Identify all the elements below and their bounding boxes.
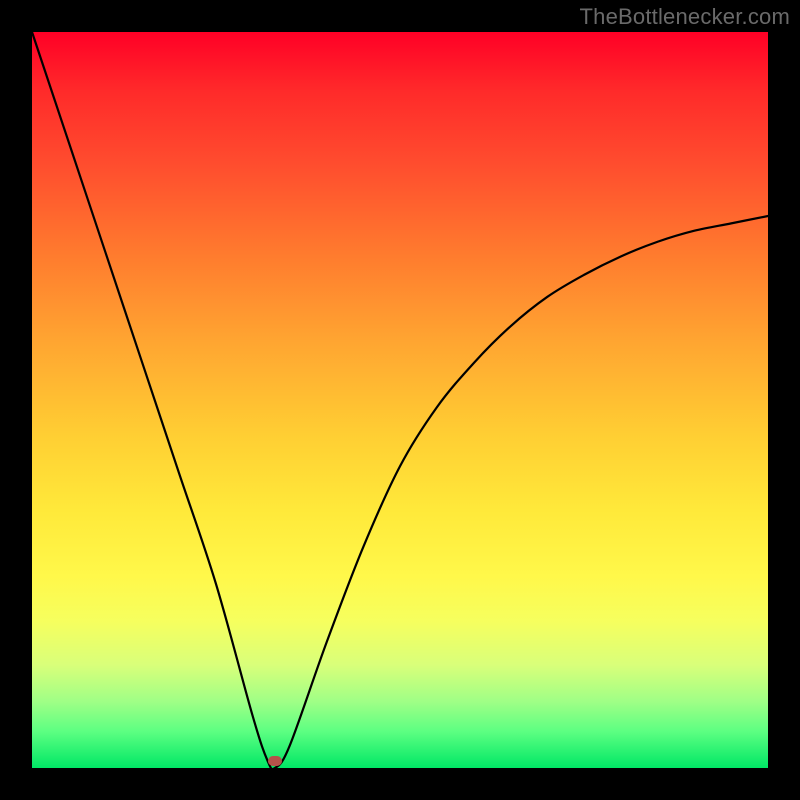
plot-area — [32, 32, 768, 768]
bottleneck-curve-path — [32, 32, 768, 769]
chart-frame: TheBottlenecker.com — [0, 0, 800, 800]
optimum-marker — [268, 756, 282, 766]
attribution-text: TheBottlenecker.com — [580, 4, 790, 30]
curve-svg — [32, 32, 768, 768]
